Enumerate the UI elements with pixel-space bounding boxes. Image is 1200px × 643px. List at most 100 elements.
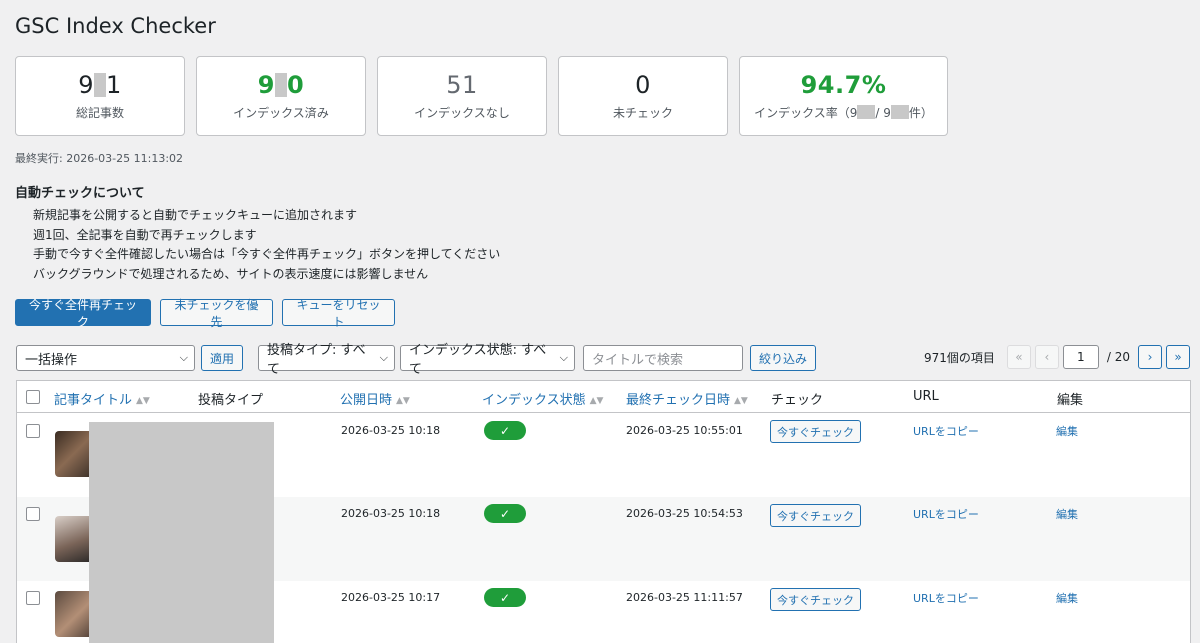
published-date: 2026-03-25 10:18 bbox=[341, 507, 441, 520]
stat-total-posts-value: 91 bbox=[78, 71, 122, 100]
stat-not-indexed-label: インデックスなし bbox=[414, 105, 510, 120]
index-status-badge: ✓ bbox=[484, 588, 526, 607]
column-header-edit: 編集 bbox=[1057, 393, 1084, 408]
column-header-index-status-label: インデックス状態 bbox=[482, 393, 586, 408]
column-header-check: チェック bbox=[771, 393, 824, 408]
last-page-button[interactable]: » bbox=[1166, 345, 1190, 369]
select-all-checkbox[interactable] bbox=[26, 390, 40, 404]
column-header-last-check-label: 最終チェック日時 bbox=[626, 393, 731, 408]
column-header-index-status[interactable]: インデックス状態 ▲▼ bbox=[482, 389, 603, 408]
stat-total-posts-label: 総記事数 bbox=[75, 105, 124, 120]
chevron-down-icon: ⌵ bbox=[179, 351, 188, 364]
last-run-timestamp: 最終実行: 2026-03-25 11:13:02 bbox=[15, 152, 184, 165]
last-check-date: 2026-03-25 11:11:57 bbox=[626, 591, 743, 604]
bulk-action-value: 一括操作 bbox=[25, 352, 78, 368]
rate-label-part-b: / 9 bbox=[875, 105, 891, 120]
auto-check-note: 新規記事を公開すると自動でチェックキューに追加されます bbox=[33, 208, 358, 222]
sort-icon: ▲▼ bbox=[589, 396, 604, 406]
column-header-url: URL bbox=[913, 389, 939, 404]
column-header-published-label: 公開日時 bbox=[340, 393, 393, 408]
copy-url-link[interactable]: URLをコピー bbox=[913, 590, 979, 606]
reset-queue-button[interactable]: キューをリセット bbox=[282, 298, 395, 329]
auto-check-note: バックグラウンドで処理されるため、サイトの表示速度には影響しません bbox=[33, 266, 429, 281]
row-checkbox[interactable] bbox=[26, 507, 40, 521]
stats-cards: 91 総記事数 90 インデックス済み 51 インデックスなし 0 未チェック … bbox=[15, 56, 948, 136]
copy-url-link[interactable]: URLをコピー bbox=[913, 506, 979, 522]
auto-check-heading: 自動チェックについて bbox=[15, 186, 145, 201]
auto-check-note: 週1回、全記事を自動で再チェックします bbox=[33, 227, 257, 242]
stat-card-index-rate: 94.7% インデックス率（9 / 9 件） bbox=[739, 56, 948, 136]
rate-label-part-c: 件） bbox=[908, 105, 933, 120]
redacted-block bbox=[857, 104, 876, 119]
stat-unchecked-label: 未チェック bbox=[612, 105, 673, 120]
last-check-date: 2026-03-25 10:55:01 bbox=[626, 424, 743, 437]
sort-icon: ▲▼ bbox=[734, 396, 748, 406]
action-buttons: 今すぐ全件再チェック 未チェックを優先 キューをリセット bbox=[15, 298, 395, 329]
stat-index-rate-label: インデックス率（9 / 9 件） bbox=[754, 104, 933, 121]
copy-url-link[interactable]: URLをコピー bbox=[913, 423, 979, 439]
stat-card-not-indexed: 51 インデックスなし bbox=[377, 56, 547, 136]
column-header-title-label: 記事タイトル bbox=[54, 393, 133, 408]
chevron-down-icon: ⌵ bbox=[379, 351, 388, 364]
edit-link[interactable]: 編集 bbox=[1056, 506, 1078, 522]
column-header-published[interactable]: 公開日時 ▲▼ bbox=[340, 389, 410, 408]
stat-indexed-digit-b: 0 bbox=[287, 71, 305, 100]
stat-unchecked-value: 0 bbox=[635, 71, 651, 100]
post-type-value: 投稿タイプ: すべて bbox=[267, 343, 366, 377]
index-status-select[interactable]: インデックス状態: すべて ⌵ bbox=[400, 343, 575, 377]
check-now-button[interactable]: 今すぐチェック bbox=[770, 504, 861, 527]
recheck-all-button[interactable]: 今すぐ全件再チェック bbox=[15, 298, 151, 329]
title-search-input[interactable]: タイトルで検索 bbox=[583, 345, 743, 371]
edit-link[interactable]: 編集 bbox=[1056, 590, 1078, 606]
index-status-badge: ✓ bbox=[484, 421, 526, 440]
auto-check-notes: 新規記事を公開すると自動でチェックキューに追加されます 週1回、全記事を自動で再… bbox=[33, 206, 500, 284]
auto-check-note: 手動で今すぐ全件確認したい場合は「今すぐ全件再チェック」ボタンを押してください bbox=[33, 247, 501, 261]
sort-icon: ▲▼ bbox=[136, 396, 150, 406]
published-date: 2026-03-25 10:17 bbox=[341, 591, 441, 604]
index-status-value: インデックス状態: すべて bbox=[409, 343, 547, 377]
redacted-title-column bbox=[89, 422, 274, 643]
stat-card-total-posts: 91 総記事数 bbox=[15, 56, 185, 136]
apply-button[interactable]: 適用 bbox=[201, 345, 243, 371]
column-header-post-type: 投稿タイプ bbox=[198, 393, 264, 408]
sort-icon: ▲▼ bbox=[396, 396, 410, 406]
stat-card-indexed: 90 インデックス済み bbox=[196, 56, 366, 136]
bulk-action-select[interactable]: 一括操作 ⌵ bbox=[16, 345, 195, 371]
check-now-button[interactable]: 今すぐチェック bbox=[770, 588, 861, 611]
stat-total-digit-b: 1 bbox=[106, 71, 122, 100]
rate-label-part-a: インデックス率（9 bbox=[754, 105, 858, 120]
pagination: 971個の項目 « ‹ 1 / 20 › » bbox=[924, 345, 1190, 369]
redacted-block bbox=[890, 104, 909, 119]
item-count: 971個の項目 bbox=[923, 350, 995, 365]
prioritize-unchecked-button[interactable]: 未チェックを優先 bbox=[160, 298, 273, 329]
index-status-badge: ✓ bbox=[484, 504, 526, 523]
post-type-select[interactable]: 投稿タイプ: すべて ⌵ bbox=[258, 343, 395, 377]
prev-page-button[interactable]: ‹ bbox=[1034, 345, 1059, 369]
row-checkbox[interactable] bbox=[26, 591, 40, 605]
check-now-button[interactable]: 今すぐチェック bbox=[770, 420, 861, 443]
stat-indexed-value: 90 bbox=[258, 71, 304, 100]
last-check-date: 2026-03-25 10:54:53 bbox=[626, 507, 743, 520]
stat-not-indexed-value: 51 bbox=[446, 71, 478, 100]
chevron-down-icon: ⌵ bbox=[559, 351, 568, 364]
filter-button[interactable]: 絞り込み bbox=[750, 345, 816, 371]
filter-bar: 一括操作 ⌵ 適用 投稿タイプ: すべて ⌵ インデックス状態: すべて ⌵ タ… bbox=[16, 343, 816, 377]
page-title: GSC Index Checker bbox=[15, 14, 216, 38]
column-header-last-check[interactable]: 最終チェック日時 ▲▼ bbox=[626, 389, 748, 408]
stat-indexed-digit-a: 9 bbox=[257, 71, 275, 100]
published-date: 2026-03-25 10:18 bbox=[341, 424, 441, 437]
edit-link[interactable]: 編集 bbox=[1056, 423, 1078, 439]
current-page-input[interactable]: 1 bbox=[1062, 345, 1099, 369]
stat-index-rate-value: 94.7% bbox=[800, 71, 887, 100]
stat-card-unchecked: 0 未チェック bbox=[558, 56, 728, 136]
stat-indexed-label: インデックス済み bbox=[233, 105, 329, 120]
column-header-title[interactable]: 記事タイトル ▲▼ bbox=[54, 389, 150, 408]
next-page-button[interactable]: › bbox=[1138, 345, 1162, 369]
row-checkbox[interactable] bbox=[26, 424, 40, 438]
table-header: 記事タイトル ▲▼ 投稿タイプ 公開日時 ▲▼ インデックス状態 ▲▼ 最終チェック日… bbox=[17, 381, 1190, 413]
redacted-block bbox=[94, 73, 106, 98]
stat-total-digit-a: 9 bbox=[78, 71, 94, 100]
total-pages: / 20 bbox=[1106, 350, 1130, 364]
redacted-block bbox=[275, 73, 287, 98]
first-page-button[interactable]: « bbox=[1006, 345, 1031, 369]
